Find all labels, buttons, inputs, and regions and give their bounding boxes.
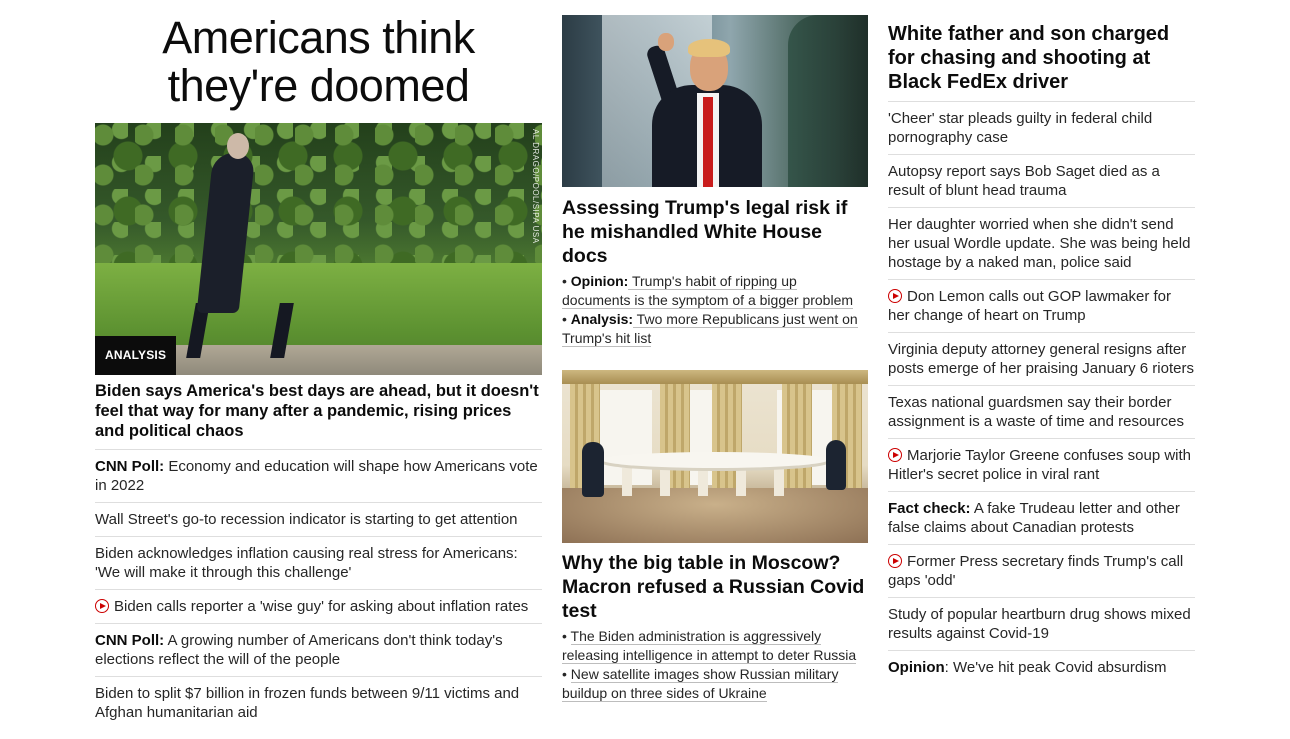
headline-text: Former Press secretary finds Trump's cal… — [888, 553, 1184, 589]
headline-prefix: Fact check: — [888, 500, 971, 517]
moscow-table-image[interactable] — [562, 370, 868, 543]
trump-related-links: • Opinion: Trump's habit of ripping up d… — [562, 272, 868, 348]
lead-headline[interactable]: Americans think they're doomed — [95, 14, 542, 110]
related-link[interactable]: • New satellite images show Russian mili… — [562, 665, 868, 703]
link-prefix: Analysis: — [570, 311, 634, 327]
lead-column: Americans think they're doomed AL DRAGO/… — [95, 0, 542, 721]
headline-list-item[interactable]: CNN Poll: A growing number of Americans … — [95, 623, 542, 676]
headline-list-item[interactable]: Study of popular heartburn drug shows mi… — [888, 597, 1195, 650]
headline-list-item[interactable]: Autopsy report says Bob Saget died as a … — [888, 154, 1195, 207]
person-left — [582, 442, 604, 497]
headline-text: Don Lemon calls out GOP lawmaker for her… — [888, 288, 1172, 324]
headline-list-item[interactable]: Fact check: A fake Trudeau letter and ot… — [888, 491, 1195, 544]
trump-image[interactable] — [562, 15, 868, 187]
lead-related-list: CNN Poll: Economy and education will sha… — [95, 449, 542, 729]
link-prefix: Opinion: — [570, 273, 629, 289]
headline-text: Virginia deputy attorney general resigns… — [888, 341, 1194, 377]
table-legs — [622, 468, 812, 496]
video-play-icon — [888, 554, 902, 568]
photo-credit: AL DRAGO/POOL/SIPA USA — [531, 129, 540, 244]
headline-text: Texas national guardsmen say their borde… — [888, 394, 1184, 430]
link-text: New satellite images show Russian milita… — [562, 666, 839, 702]
headline-text: Autopsy report says Bob Saget died as a … — [888, 163, 1160, 199]
bullet: • — [562, 666, 571, 682]
headline-list-item[interactable]: Biden calls reporter a 'wise guy' for as… — [95, 589, 542, 623]
headline-list-item[interactable]: CNN Poll: Economy and education will sha… — [95, 449, 542, 502]
headline-text: Biden to split $7 billion in frozen fund… — [95, 685, 520, 721]
headline-list-item[interactable]: Texas national guardsmen say their borde… — [888, 385, 1195, 438]
headline-text: Marjorie Taylor Greene confuses soup wit… — [888, 447, 1192, 483]
link-text: The Biden administration is aggressively… — [562, 628, 857, 664]
video-play-icon — [888, 289, 902, 303]
headline-prefix: Opinion — [888, 659, 945, 676]
headline-text: 'Cheer' star pleads guilty in federal ch… — [888, 110, 1153, 146]
headline-list-item[interactable]: Former Press secretary finds Trump's cal… — [888, 544, 1195, 597]
right-column-headline[interactable]: White father and son charged for chasing… — [888, 22, 1195, 94]
walking-figure-head — [227, 133, 249, 159]
related-link[interactable]: • Opinion: Trump's habit of ripping up d… — [562, 272, 868, 310]
lead-story-headline[interactable]: Biden says America's best days are ahead… — [95, 381, 542, 441]
waving-hand — [658, 33, 674, 51]
headline-list-item[interactable]: Marjorie Taylor Greene confuses soup wit… — [888, 438, 1195, 491]
pelmet — [562, 370, 868, 384]
headline-text: Study of popular heartburn drug shows mi… — [888, 606, 1191, 642]
headline-text: Her daughter worried when she didn't sen… — [888, 216, 1191, 271]
headline-prefix: CNN Poll: — [95, 632, 165, 649]
headline-list-item[interactable]: Virginia deputy attorney general resigns… — [888, 332, 1195, 385]
hair — [688, 39, 730, 57]
related-link[interactable]: • The Biden administration is aggressive… — [562, 627, 868, 665]
headline-list-item[interactable]: Wall Street's go-to recession indicator … — [95, 502, 542, 536]
headline-list-item[interactable]: Biden acknowledges inflation causing rea… — [95, 536, 542, 589]
red-tie — [703, 97, 713, 187]
headline-list-item[interactable]: 'Cheer' star pleads guilty in federal ch… — [888, 101, 1195, 154]
headline-text: Biden calls reporter a 'wise guy' for as… — [114, 598, 529, 615]
headline-text: Wall Street's go-to recession indicator … — [95, 511, 518, 528]
related-link[interactable]: • Analysis: Two more Republicans just we… — [562, 310, 868, 348]
lead-image[interactable]: AL DRAGO/POOL/SIPA USA ANALYSIS — [95, 123, 542, 375]
headline-text: Biden acknowledges inflation causing rea… — [95, 545, 518, 581]
headline-list-item[interactable]: Biden to split $7 billion in frozen fund… — [95, 676, 542, 729]
headline-text: : We've hit peak Covid absurdism — [944, 659, 1167, 676]
moscow-related-links: • The Biden administration is aggressive… — [562, 627, 868, 703]
right-column: White father and son charged for chasing… — [888, 0, 1195, 676]
right-headline-list: 'Cheer' star pleads guilty in federal ch… — [888, 101, 1195, 684]
bullet: • — [562, 273, 571, 289]
moscow-story-headline[interactable]: Why the big table in Moscow? Macron refu… — [562, 551, 868, 623]
video-play-icon — [888, 448, 902, 462]
headline-list-item[interactable]: Don Lemon calls out GOP lawmaker for her… — [888, 279, 1195, 332]
rug — [562, 488, 868, 543]
long-table — [602, 452, 828, 468]
hedge-background — [95, 123, 542, 263]
trump-story-headline[interactable]: Assessing Trump's legal risk if he misha… — [562, 196, 868, 268]
video-play-icon — [95, 599, 109, 613]
analysis-badge: ANALYSIS — [95, 336, 177, 375]
person-right — [826, 440, 846, 490]
bullet: • — [562, 311, 571, 327]
bullet: • — [562, 628, 571, 644]
headline-prefix: CNN Poll: — [95, 458, 165, 475]
headline-list-item[interactable]: Opinion: We've hit peak Covid absurdism — [888, 650, 1195, 684]
helicopter — [788, 15, 868, 187]
headline-list-item[interactable]: Her daughter worried when she didn't sen… — [888, 207, 1195, 279]
